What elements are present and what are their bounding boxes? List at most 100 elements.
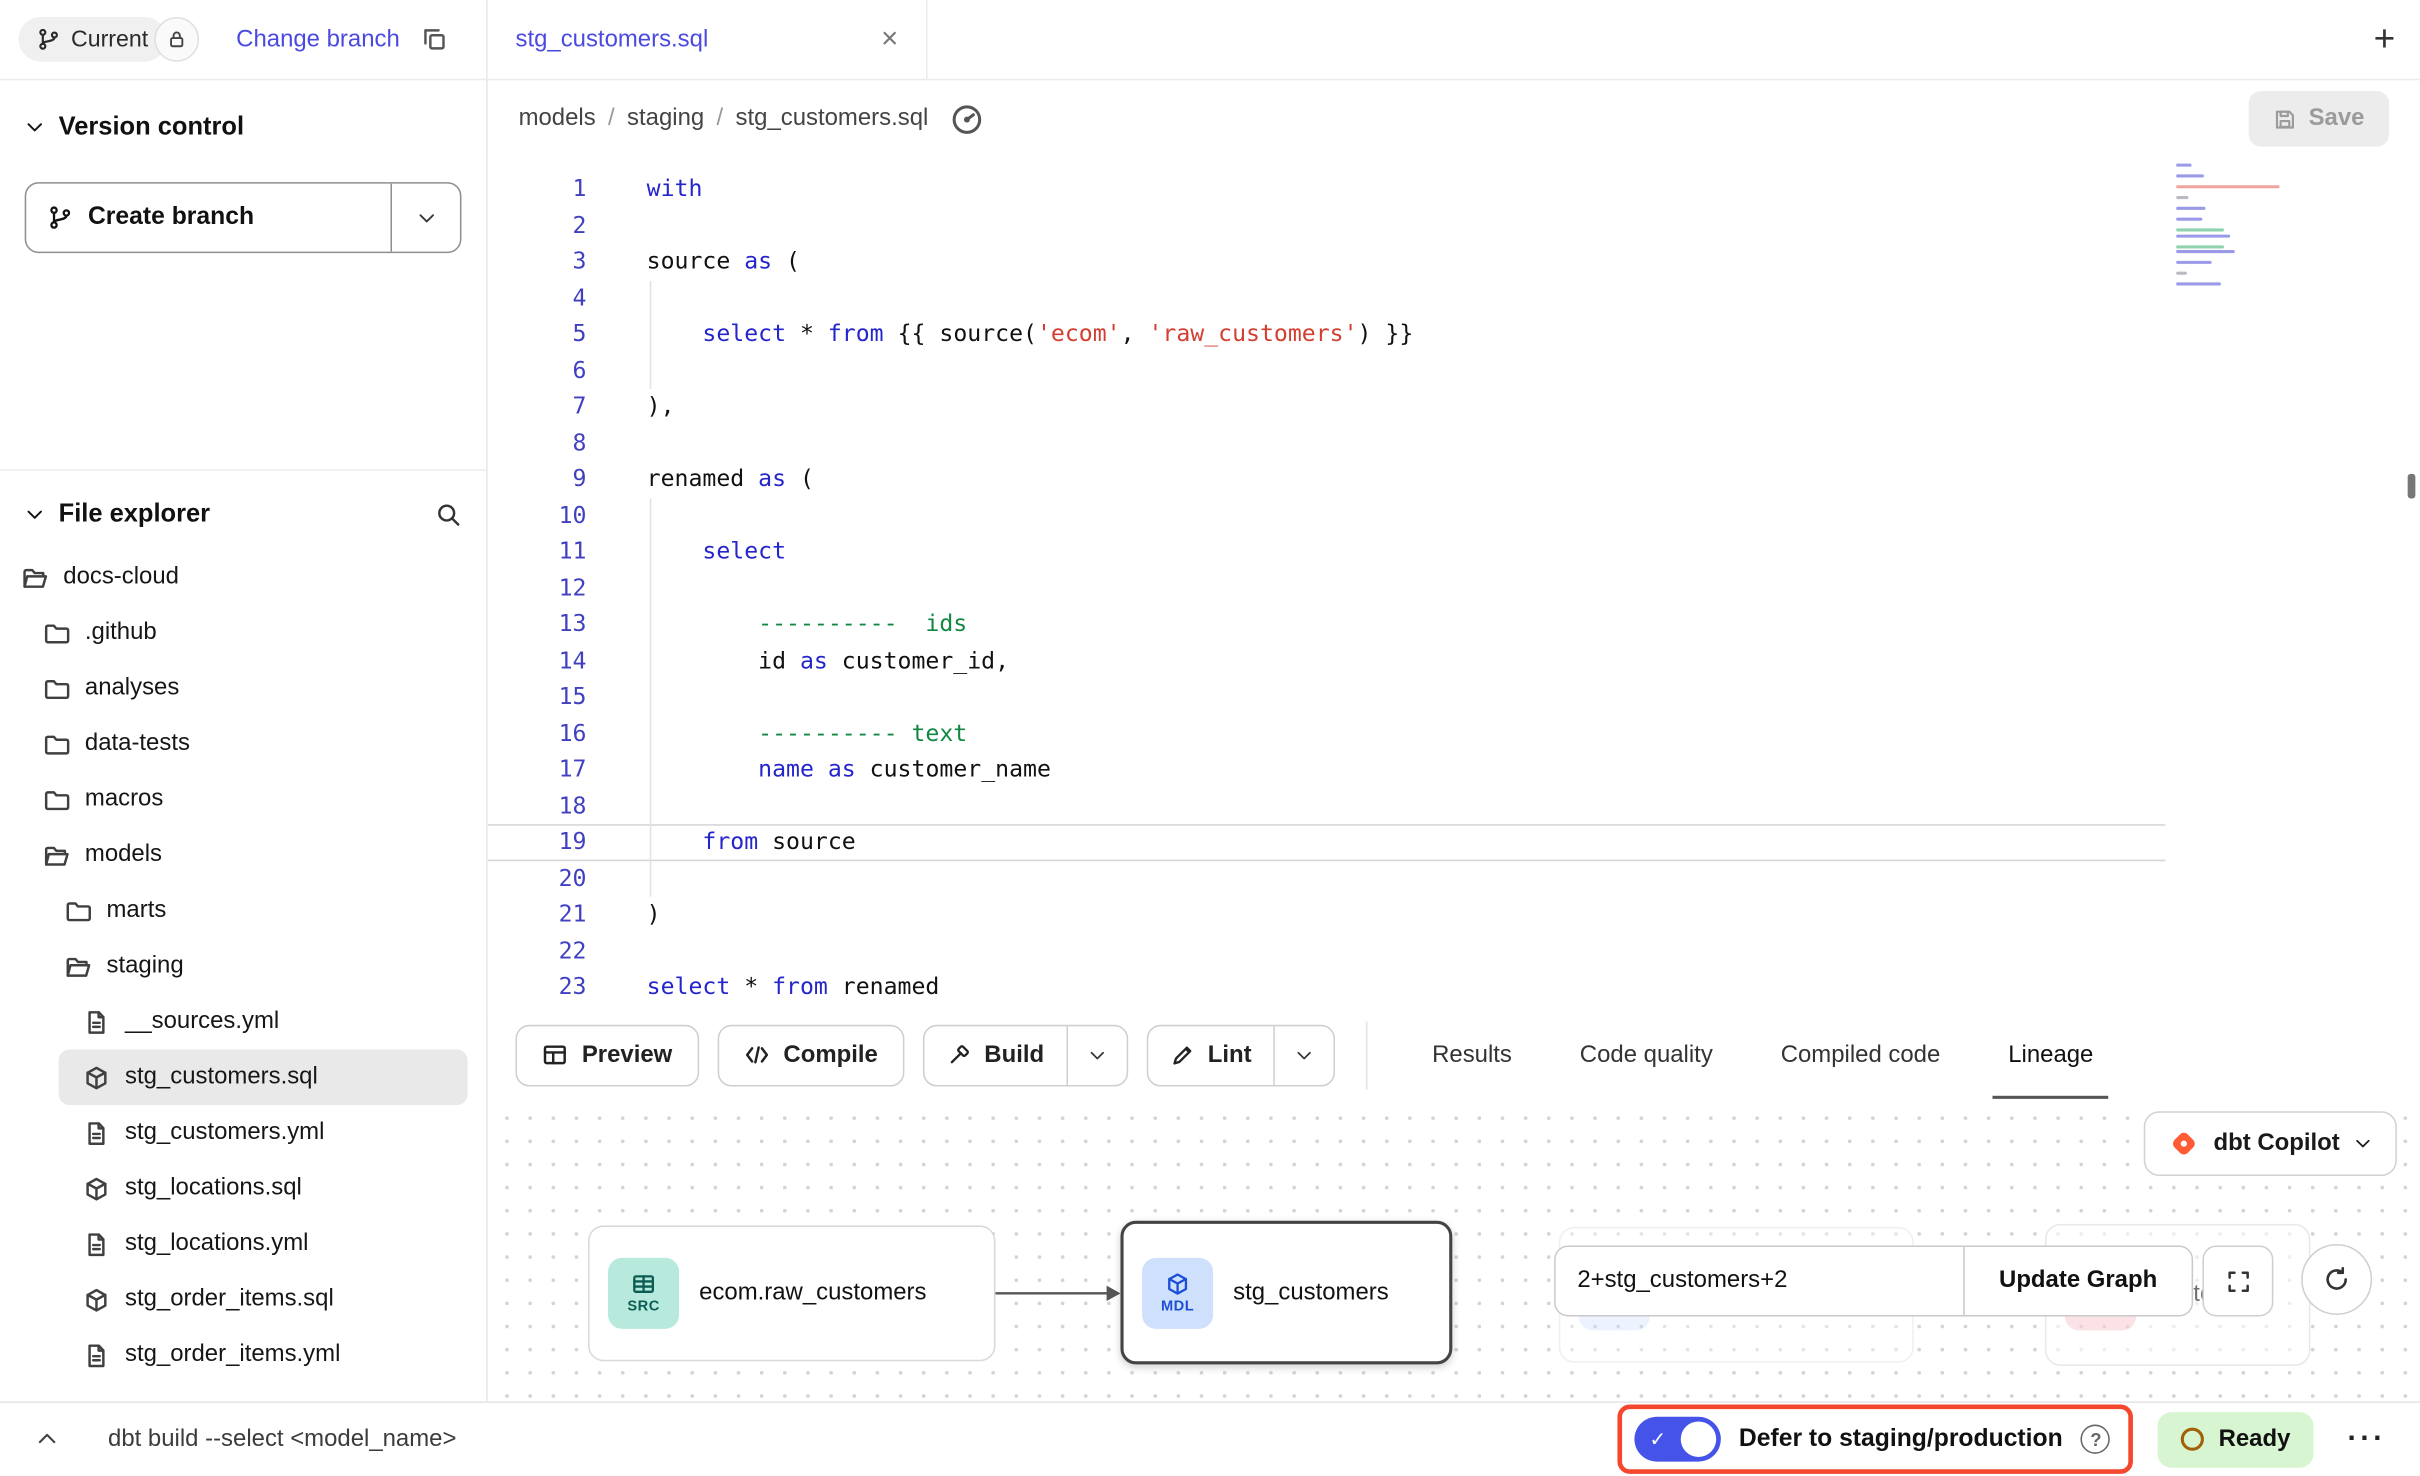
create-branch-button[interactable]: Create branch xyxy=(25,182,462,253)
code-line[interactable]: 19 from source xyxy=(488,824,2420,860)
file-tree-item[interactable]: stg_order_items.yml xyxy=(0,1327,486,1383)
file-tree-item[interactable]: .github xyxy=(0,605,486,661)
file-tree-item-label: stg_customers.sql xyxy=(125,1063,318,1091)
fullscreen-button[interactable] xyxy=(2202,1245,2273,1316)
pen-icon xyxy=(1169,1043,1194,1068)
lineage-node-source[interactable]: SRC ecom.raw_customers xyxy=(588,1225,995,1361)
lint-dropdown[interactable] xyxy=(1273,1026,1333,1085)
code-line[interactable]: 15 xyxy=(488,679,2420,715)
code-line[interactable]: 12 xyxy=(488,570,2420,606)
tab-compiled-code[interactable]: Compiled code xyxy=(1747,1011,1975,1099)
code-line[interactable]: 4 xyxy=(488,280,2420,316)
code-line[interactable]: 16 ---------- text xyxy=(488,715,2420,751)
editor-scrollbar[interactable] xyxy=(2408,474,2416,499)
code-line[interactable]: 21) xyxy=(488,897,2420,933)
lineage-selector-input[interactable] xyxy=(1556,1247,1963,1315)
tab-results[interactable]: Results xyxy=(1398,1011,1546,1099)
search-icon[interactable] xyxy=(435,501,461,527)
chevron-up-icon[interactable] xyxy=(25,1428,68,1451)
code-line[interactable]: 17 name as customer_name xyxy=(488,752,2420,788)
code-text: ), xyxy=(586,389,674,425)
code-line[interactable]: 7), xyxy=(488,389,2420,425)
file-tree-item[interactable]: macros xyxy=(0,772,486,828)
code-line[interactable]: 20 xyxy=(488,860,2420,896)
code-text xyxy=(586,788,646,824)
file-explorer-section: File explorer docs-cloud.githubanalysesd… xyxy=(0,471,486,1402)
dbt-copilot-button[interactable]: dbt Copilot xyxy=(2144,1111,2397,1176)
ready-label: Ready xyxy=(2219,1425,2291,1453)
code-editor[interactable]: 1with23source as (45 select * from {{ so… xyxy=(488,157,2420,1010)
current-branch-pill[interactable]: Current xyxy=(19,17,167,62)
build-dropdown[interactable] xyxy=(1066,1026,1126,1085)
chevron-down-icon[interactable] xyxy=(25,504,45,524)
file-tree-item[interactable]: stg_customers.yml xyxy=(0,1105,486,1161)
status-badge[interactable]: Ready xyxy=(2158,1411,2313,1467)
file-tree-item[interactable]: data-tests xyxy=(0,716,486,772)
line-number: 22 xyxy=(488,933,587,969)
code-line[interactable]: 18 xyxy=(488,788,2420,824)
code-line[interactable]: 3source as ( xyxy=(488,244,2420,280)
preview-button[interactable]: Preview xyxy=(515,1024,698,1086)
compile-button[interactable]: Compile xyxy=(717,1024,904,1086)
file-tree-item[interactable]: stg_customers.sql xyxy=(59,1049,468,1105)
file-tree-item[interactable]: staging xyxy=(0,938,486,994)
update-graph-button[interactable]: Update Graph xyxy=(1963,1247,2191,1315)
refresh-button[interactable] xyxy=(2301,1244,2372,1315)
code-text xyxy=(586,570,646,606)
dbt-cloud-ide: Current Change branch Version control xyxy=(0,0,2420,1475)
tab-code-quality[interactable]: Code quality xyxy=(1546,1011,1747,1099)
code-line[interactable]: 14 id as customer_id, xyxy=(488,643,2420,679)
lint-button[interactable]: Lint xyxy=(1148,1026,1274,1085)
indent-guide xyxy=(650,499,652,897)
code-line[interactable]: 8 xyxy=(488,425,2420,461)
editor-toolbar: Preview Compile Build xyxy=(488,1011,2420,1099)
file-tree-item[interactable]: docs-cloud xyxy=(0,549,486,605)
save-button[interactable]: Save xyxy=(2248,91,2389,147)
breadcrumb-row: models / staging / stg_customers.sql Sav… xyxy=(488,80,2420,157)
code-line[interactable]: 11 select xyxy=(488,534,2420,570)
build-button[interactable]: Build xyxy=(924,1026,1066,1085)
file-tree-item[interactable]: stg_locations.sql xyxy=(0,1161,486,1217)
file-tree-item[interactable]: __sources.yml xyxy=(0,994,486,1050)
lineage-selector-bar: Update Graph xyxy=(1554,1245,2193,1316)
create-branch-label: Create branch xyxy=(88,204,254,232)
code-line[interactable]: 5 select * from {{ source('ecom', 'raw_c… xyxy=(488,316,2420,352)
tab-lineage[interactable]: Lineage xyxy=(1974,1011,2127,1099)
new-tab-button[interactable]: + xyxy=(2374,0,2396,79)
lint-label: Lint xyxy=(1208,1041,1252,1069)
code-line[interactable]: 13 ---------- ids xyxy=(488,607,2420,643)
file-tree-item[interactable]: models xyxy=(0,827,486,883)
status-bar: dbt build --select <model_name> ✓ Defer … xyxy=(0,1401,2420,1475)
code-line[interactable]: 22 xyxy=(488,933,2420,969)
minimap[interactable] xyxy=(2176,164,2299,294)
line-number: 2 xyxy=(488,208,587,244)
code-line[interactable]: 1with xyxy=(488,171,2420,207)
gauge-icon[interactable] xyxy=(950,103,982,135)
defer-toggle[interactable]: ✓ xyxy=(1634,1417,1720,1462)
help-icon[interactable]: ? xyxy=(2081,1425,2110,1454)
folder-icon xyxy=(43,620,69,646)
more-options-button[interactable]: ··· xyxy=(2338,1419,2395,1459)
close-tab-icon[interactable]: × xyxy=(881,25,898,54)
file-tree-item[interactable]: stg_locations.yml xyxy=(0,1216,486,1272)
change-branch-link[interactable]: Change branch xyxy=(236,25,400,53)
code-line[interactable]: 9renamed as ( xyxy=(488,461,2420,497)
code-line[interactable]: 6 xyxy=(488,353,2420,389)
tab-stg-customers-sql[interactable]: stg_customers.sql × xyxy=(488,0,928,79)
code-line[interactable]: 23select * from renamed xyxy=(488,969,2420,1005)
create-branch-dropdown[interactable] xyxy=(390,184,459,252)
chevron-down-icon[interactable] xyxy=(25,117,45,137)
file-tree-item[interactable]: analyses xyxy=(0,661,486,717)
code-text xyxy=(586,1006,646,1011)
code-line[interactable]: 10 xyxy=(488,498,2420,534)
code-line[interactable]: 2 xyxy=(488,208,2420,244)
file-tree-item[interactable]: marts xyxy=(0,883,486,939)
lineage-node-stg-customers[interactable]: MDL stg_customers xyxy=(1120,1221,1452,1365)
file-tree-item[interactable]: stg_order_items.sql xyxy=(0,1272,486,1328)
lineage-edge-arrow xyxy=(995,1281,1122,1306)
copy-icon[interactable] xyxy=(421,26,447,52)
lineage-canvas[interactable]: dbt Copilot MDL customers xyxy=(488,1099,2420,1402)
file-tree-item-label: .github xyxy=(85,619,157,647)
source-badge: SRC xyxy=(608,1258,679,1329)
table-icon xyxy=(542,1042,568,1068)
